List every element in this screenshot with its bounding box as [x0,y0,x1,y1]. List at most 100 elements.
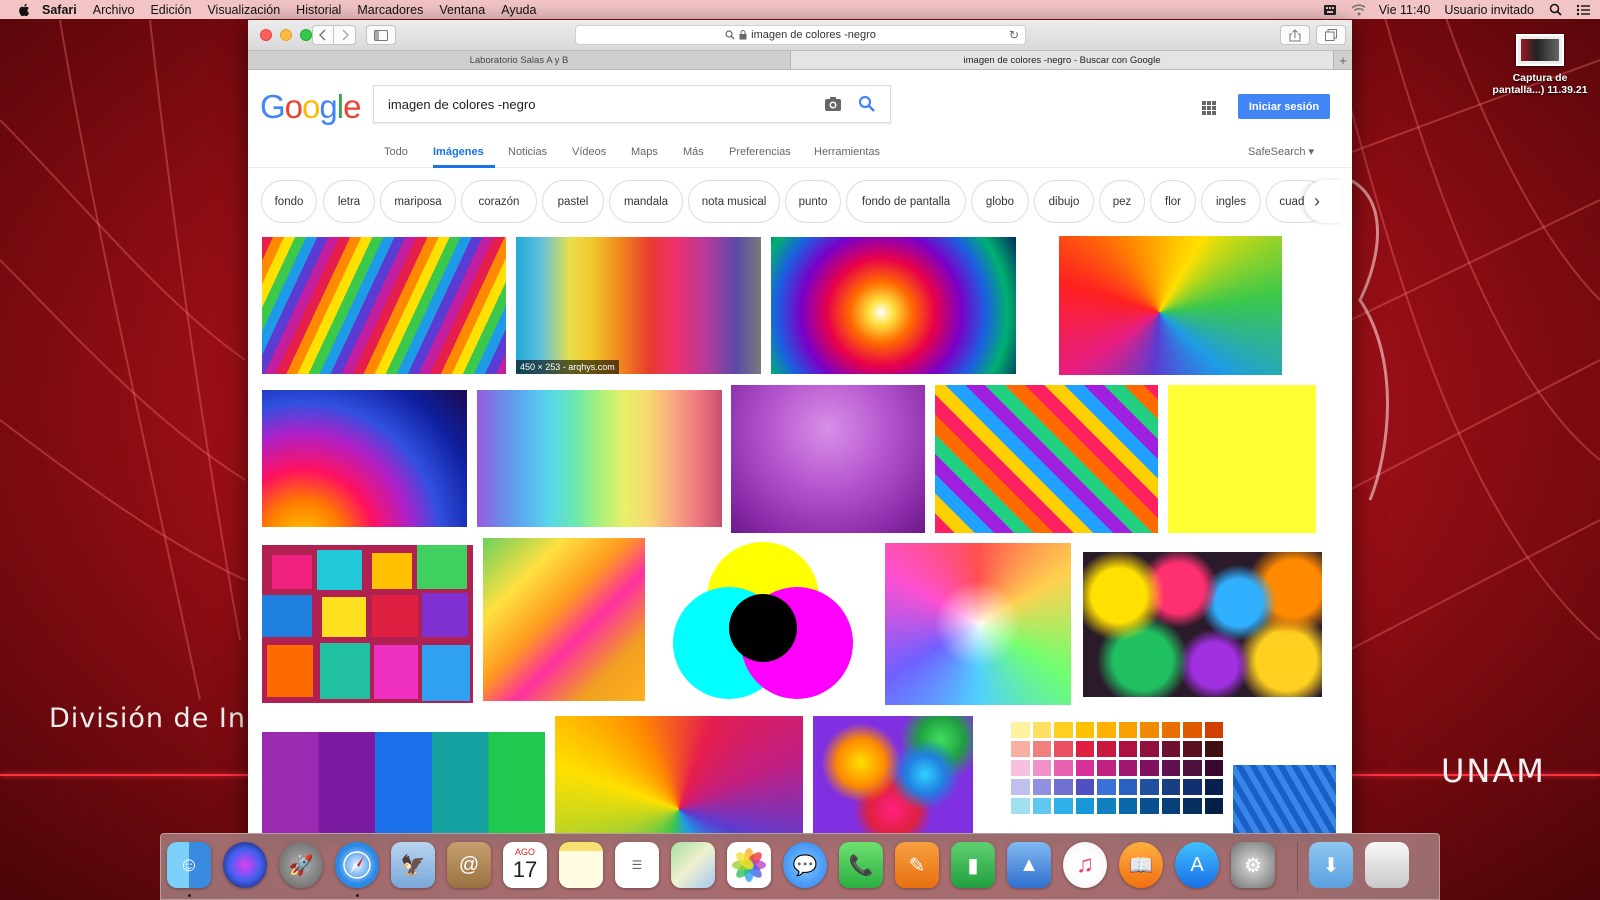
sign-in-button[interactable]: Iniciar sesión [1238,94,1330,119]
image-result[interactable] [731,385,925,533]
image-result[interactable] [935,385,1158,533]
search-icon[interactable] [858,95,876,113]
image-result[interactable] [813,716,973,833]
safari-icon[interactable] [335,842,379,888]
chip-fondo-de-pantalla[interactable]: fondo de pantalla [846,180,966,223]
messages-icon[interactable]: 💬 [783,842,827,888]
show-tabs-button[interactable] [1316,25,1346,45]
desktop-file-screenshot[interactable]: Captura de pantalla...) 11.39.21 [1485,34,1595,96]
tab-mas[interactable]: Más [683,146,704,158]
menu-visualizacion[interactable]: Visualización [207,3,280,17]
menu-ventana[interactable]: Ventana [439,3,485,17]
chip-mariposa[interactable]: mariposa [380,180,456,223]
clock[interactable]: Vie 11:40 [1379,3,1431,17]
new-tab-button[interactable]: + [1334,51,1352,69]
forward-button[interactable] [334,25,356,45]
chip-letra[interactable]: letra [323,180,375,223]
camera-icon[interactable] [824,96,842,112]
back-button[interactable] [312,25,334,45]
reminders-icon[interactable]: ☰ [615,842,659,888]
photos-icon[interactable] [727,842,771,888]
tab-google-search[interactable]: imagen de colores -negro - Buscar con Go… [791,51,1334,69]
user-name[interactable]: Usuario invitado [1444,3,1534,17]
calendar-icon[interactable]: AGO 17 [503,842,547,888]
mail-icon[interactable]: 🦅 [391,842,435,888]
image-result-color-circles[interactable] [671,540,855,701]
notes-icon[interactable] [559,842,603,888]
keynote-icon[interactable]: ▲ [1007,842,1051,888]
image-result[interactable] [477,390,722,527]
tab-noticias[interactable]: Noticias [508,146,547,158]
sidebar-button[interactable] [366,25,396,45]
menu-app-safari[interactable]: Safari [42,3,77,17]
image-result[interactable] [771,237,1016,374]
spotlight-icon[interactable] [1548,3,1562,17]
search-input[interactable]: imagen de colores -negro [373,85,891,123]
menu-ayuda[interactable]: Ayuda [501,3,536,17]
tab-videos[interactable]: Vídeos [572,146,606,158]
address-bar[interactable]: imagen de colores -negro ↻ [575,25,1026,45]
downloads-icon[interactable]: ⬇ [1309,842,1353,888]
pages-icon[interactable]: ✎ [895,842,939,888]
image-result[interactable] [262,237,506,374]
safesearch-dropdown[interactable]: SafeSearch ▾ [1248,145,1314,158]
menu-archivo[interactable]: Archivo [93,3,135,17]
apple-icon[interactable] [16,2,32,18]
close-button[interactable] [260,29,272,41]
zoom-button[interactable] [300,29,312,41]
chip-ingles[interactable]: ingles [1201,180,1261,223]
siri-icon[interactable] [223,842,267,888]
image-result[interactable] [1059,236,1282,375]
share-button[interactable] [1280,25,1310,45]
tab-herramientas[interactable]: Herramientas [814,146,880,158]
notification-center-icon[interactable] [1576,3,1590,17]
image-result[interactable]: 450 × 253 - arqhys.com [516,237,761,374]
menu-marcadores[interactable]: Marcadores [357,3,423,17]
tab-imagenes[interactable]: Imágenes [433,146,484,158]
wifi-icon[interactable] [1351,3,1365,17]
contacts-icon[interactable]: @ [447,842,491,888]
chip-dibujo[interactable]: dibujo [1034,180,1094,223]
image-result[interactable] [483,538,645,701]
tab-laboratorio[interactable]: Laboratorio Salas A y B [248,51,791,69]
apps-grid-icon[interactable] [1202,101,1216,115]
image-result[interactable] [1233,765,1336,833]
numbers-icon[interactable]: ▮ [951,842,995,888]
maps-icon[interactable] [671,842,715,888]
finder-icon[interactable]: ☺ [167,842,211,888]
image-result[interactable] [1083,552,1322,697]
tab-todo[interactable]: Todo [384,146,408,158]
ibooks-icon[interactable]: 📖 [1119,842,1163,888]
facetime-icon[interactable]: 📞 [839,842,883,888]
image-result[interactable] [262,390,467,527]
chevron-right-icon[interactable]: › [1304,180,1342,223]
image-result[interactable] [555,716,803,833]
image-result[interactable] [885,543,1071,705]
chip-punto[interactable]: punto [785,180,841,223]
google-logo[interactable]: Google [260,88,361,126]
minimize-button[interactable] [280,29,292,41]
chip-globo[interactable]: globo [971,180,1029,223]
menu-edicion[interactable]: Edición [150,3,191,17]
reload-icon[interactable]: ↻ [1009,28,1019,42]
system-preferences-icon[interactable]: ⚙ [1231,842,1275,888]
menu-historial[interactable]: Historial [296,3,341,17]
chip-mandala[interactable]: mandala [609,180,683,223]
chip-pastel[interactable]: pastel [542,180,604,223]
chip-flor[interactable]: flor [1150,180,1196,223]
image-result[interactable] [1168,385,1316,533]
chip-nota-musical[interactable]: nota musical [688,180,780,223]
appstore-icon[interactable]: A [1175,842,1219,888]
launchpad-icon[interactable]: 🚀 [279,842,323,888]
chip-pez[interactable]: pez [1099,180,1145,223]
tab-preferencias[interactable]: Preferencias [729,146,791,158]
chip-fondo[interactable]: fondo [261,180,317,223]
chip-corazon[interactable]: corazón [461,180,537,223]
tab-maps[interactable]: Maps [631,146,658,158]
image-result-color-swatches[interactable] [1011,722,1223,833]
itunes-icon[interactable]: ♫ [1063,842,1107,888]
image-result[interactable] [262,732,545,833]
trash-icon[interactable] [1365,842,1409,888]
keyboard-icon[interactable] [1323,3,1337,17]
image-result[interactable] [262,545,473,703]
